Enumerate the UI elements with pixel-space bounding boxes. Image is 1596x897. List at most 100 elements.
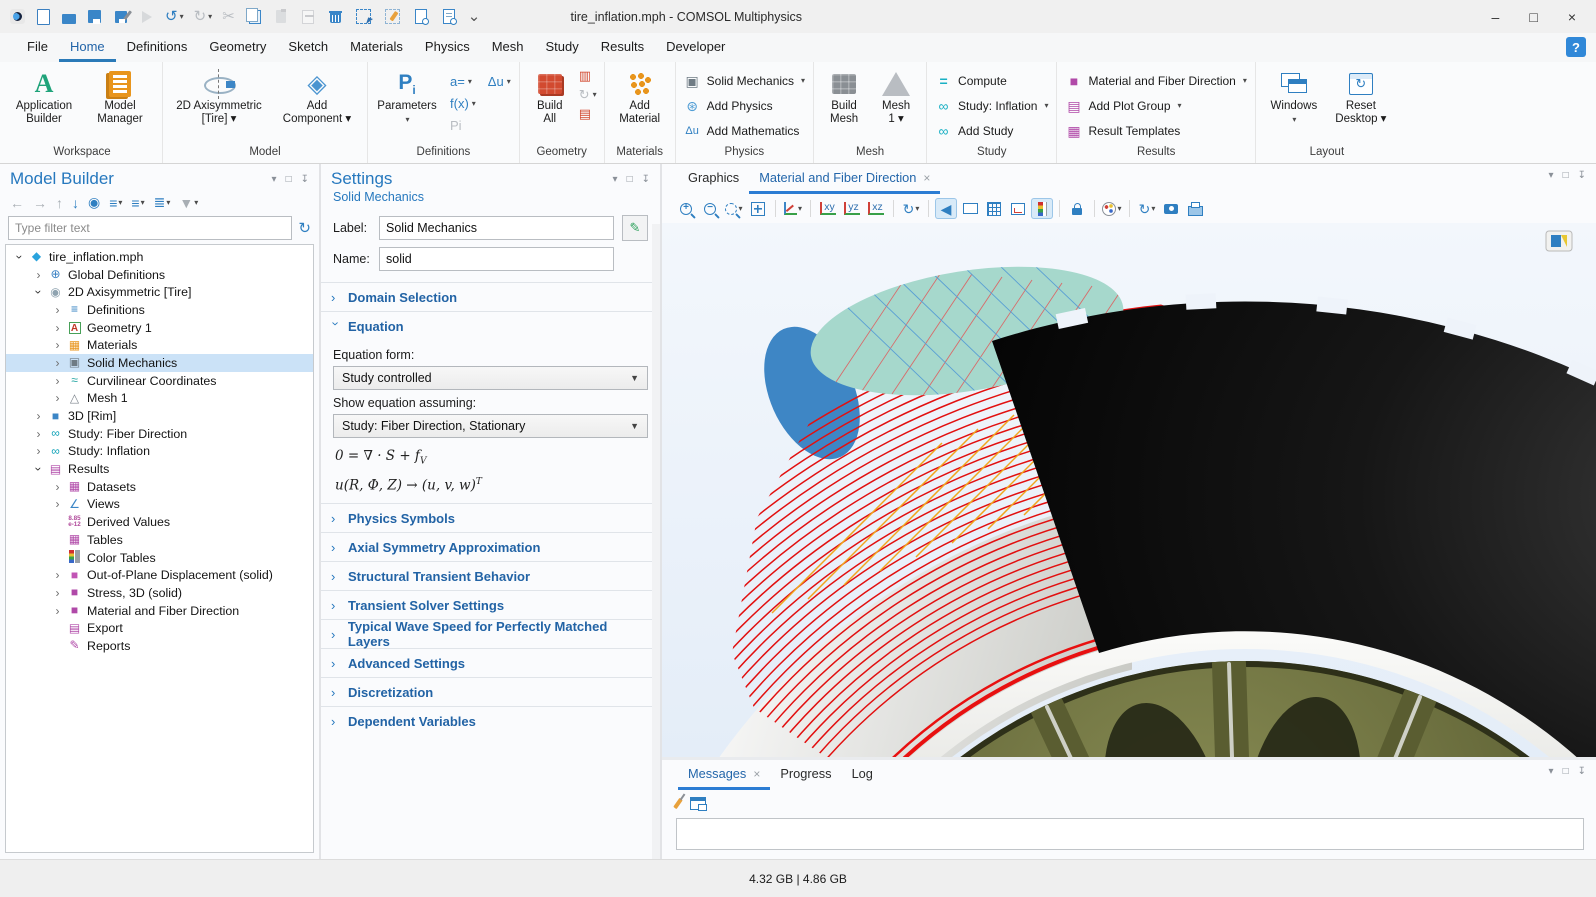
model-tree-node-text-icon[interactable]: ≣▾ bbox=[154, 194, 171, 211]
copy-icon[interactable] bbox=[245, 7, 263, 26]
tree-item[interactable]: ›▣Solid Mechanics bbox=[6, 354, 313, 372]
add-study-button[interactable]: ∞Add Study bbox=[935, 118, 1048, 143]
tree-expander-icon[interactable]: › bbox=[50, 391, 65, 405]
tab-log[interactable]: Log bbox=[842, 760, 883, 790]
go-to-view-icon[interactable]: ▾ bbox=[782, 198, 804, 219]
build-mesh-button[interactable]: BuildMesh bbox=[818, 65, 870, 126]
tree-expander-icon[interactable]: › bbox=[31, 409, 46, 423]
section-axial-symmetry-approximation[interactable]: ›Axial Symmetry Approximation bbox=[321, 532, 660, 561]
zoom-box-icon[interactable]: ▾ bbox=[723, 198, 745, 219]
tree-expander-icon[interactable]: › bbox=[50, 586, 65, 600]
tree-expander-icon[interactable]: › bbox=[32, 285, 46, 300]
menu-tab-results[interactable]: Results bbox=[590, 33, 655, 62]
view-lock-icon[interactable] bbox=[1066, 198, 1088, 219]
add-plot-group-button[interactable]: ▤Add Plot Group▾ bbox=[1065, 93, 1246, 118]
tree-item[interactable]: Color Tables bbox=[6, 549, 313, 567]
tree-item[interactable]: ›▦Datasets bbox=[6, 478, 313, 496]
tree-expander-icon[interactable]: › bbox=[50, 356, 65, 370]
tree-expander-icon[interactable]: › bbox=[50, 321, 65, 335]
tree-item[interactable]: ›∠Views bbox=[6, 496, 313, 514]
menu-tab-mesh[interactable]: Mesh bbox=[481, 33, 535, 62]
functions-button[interactable]: f(x)▾ bbox=[450, 93, 476, 113]
show-equation-select[interactable]: Study: Fiber Direction, Stationary▼ bbox=[333, 414, 648, 438]
view-yz-icon[interactable]: yz bbox=[841, 198, 863, 219]
view-xy-icon[interactable]: xy bbox=[817, 198, 839, 219]
tree-item[interactable]: ›◉2D Axisymmetric [Tire] bbox=[6, 283, 313, 301]
tree-item[interactable]: ›⊕Global Definitions bbox=[6, 266, 313, 284]
minimize-button[interactable]: – bbox=[1492, 9, 1500, 25]
label-field[interactable]: Solid Mechanics bbox=[379, 216, 614, 240]
tree-item[interactable]: ✎Reports bbox=[6, 637, 313, 655]
image-snapshot-icon[interactable] bbox=[1160, 198, 1182, 219]
zoom-extents-icon[interactable] bbox=[747, 198, 769, 219]
plot-data-icon[interactable] bbox=[1007, 198, 1029, 219]
panel-pin-icon[interactable]: ↧ bbox=[301, 174, 309, 185]
show-grid-icon[interactable] bbox=[983, 198, 1005, 219]
back-icon[interactable]: ← bbox=[10, 195, 24, 211]
settings-scrollbar[interactable] bbox=[652, 224, 660, 859]
section-physics-symbols[interactable]: ›Physics Symbols bbox=[321, 503, 660, 532]
menu-tab-sketch[interactable]: Sketch bbox=[277, 33, 339, 62]
tree-item[interactable]: ›≈Curvilinear Coordinates bbox=[6, 372, 313, 390]
paste-icon[interactable] bbox=[273, 8, 289, 25]
select-box-icon[interactable] bbox=[354, 7, 373, 26]
tree-expander-icon[interactable]: › bbox=[31, 427, 46, 441]
tree-item[interactable]: ▤Export bbox=[6, 619, 313, 637]
tree-item[interactable]: ›■Out-of-Plane Displacement (solid) bbox=[6, 566, 313, 584]
windows-button[interactable]: Windows▾ bbox=[1260, 65, 1328, 126]
panel-pin-icon[interactable]: ↧ bbox=[642, 174, 650, 185]
section-transient-solver-settings[interactable]: ›Transient Solver Settings bbox=[321, 590, 660, 619]
tree-item[interactable]: ›■3D [Rim] bbox=[6, 407, 313, 425]
parameter-case-button[interactable]: Pi bbox=[450, 115, 476, 135]
tree-item[interactable]: ›◆tire_inflation.mph bbox=[6, 248, 313, 266]
build-all-geometry-button[interactable]: BuildAll bbox=[524, 65, 576, 126]
tree-expander-icon[interactable]: › bbox=[50, 568, 65, 582]
comsol-logo-icon[interactable] bbox=[10, 9, 25, 24]
close-button[interactable]: × bbox=[1568, 9, 1576, 25]
run-icon[interactable] bbox=[139, 9, 155, 25]
panel-float-icon[interactable]: □ bbox=[286, 174, 292, 185]
tree-item[interactable]: 8.85 e-12Derived Values bbox=[6, 513, 313, 531]
tab-graphics[interactable]: Graphics bbox=[678, 164, 749, 194]
filter-icon[interactable]: ▼▾ bbox=[179, 195, 198, 211]
scene-light-icon[interactable]: ◀ bbox=[935, 198, 957, 219]
save-as-icon[interactable] bbox=[113, 9, 129, 25]
add-mathematics-button[interactable]: ΔuAdd Mathematics bbox=[684, 118, 805, 143]
filter-input[interactable]: Type filter text bbox=[8, 216, 292, 240]
view-xz-icon[interactable]: xz bbox=[865, 198, 887, 219]
menu-tab-materials[interactable]: Materials bbox=[339, 33, 414, 62]
panel-menu-icon[interactable]: ▾ bbox=[1549, 170, 1554, 181]
show-icon[interactable]: ◉ bbox=[88, 194, 100, 211]
update-geometry-icon[interactable]: ↻▾ bbox=[579, 88, 597, 102]
tree-expander-icon[interactable]: › bbox=[13, 249, 27, 264]
tree-item[interactable]: ›▤Results bbox=[6, 460, 313, 478]
tree-expander-icon[interactable]: › bbox=[50, 604, 65, 618]
rename-button[interactable]: ✎ bbox=[622, 215, 648, 241]
zoom-out-icon[interactable]: − bbox=[699, 198, 721, 219]
variables-button[interactable]: a=▾ bbox=[450, 71, 476, 91]
result-templates-button[interactable]: ▦Result Templates bbox=[1065, 118, 1246, 143]
virtual-operations-icon[interactable]: ▤ bbox=[579, 107, 597, 121]
tree-expander-icon[interactable]: › bbox=[50, 497, 65, 511]
tree-expander-icon[interactable]: › bbox=[50, 303, 65, 317]
tree-item[interactable]: ›AGeometry 1 bbox=[6, 319, 313, 337]
panel-float-icon[interactable]: □ bbox=[627, 174, 633, 185]
tree-expander-icon[interactable]: › bbox=[32, 462, 46, 477]
menu-tab-geometry[interactable]: Geometry bbox=[198, 33, 277, 62]
tree-item[interactable]: ›∞Study: Fiber Direction bbox=[6, 425, 313, 443]
section-advanced-settings[interactable]: ›Advanced Settings bbox=[321, 648, 660, 677]
undo-icon[interactable]: ↺▾ bbox=[165, 8, 184, 25]
nonlocal-couplings-button[interactable]: Δu▾ bbox=[488, 71, 511, 91]
close-icon[interactable]: × bbox=[753, 767, 760, 781]
move-up-icon[interactable]: ↑ bbox=[56, 195, 63, 211]
panel-menu-icon[interactable]: ▾ bbox=[613, 174, 618, 185]
section-domain-selection[interactable]: ›Domain Selection bbox=[321, 282, 660, 311]
tree-expander-icon[interactable]: › bbox=[31, 444, 46, 458]
tree-item[interactable]: ›△Mesh 1 bbox=[6, 390, 313, 408]
maximize-button[interactable]: □ bbox=[1529, 9, 1537, 25]
open-messages-window-icon[interactable] bbox=[690, 797, 706, 810]
model-manager-button[interactable]: ModelManager bbox=[82, 65, 158, 126]
duplicate-icon[interactable] bbox=[299, 8, 317, 26]
add-physics-button[interactable]: ⊛Add Physics bbox=[684, 93, 805, 118]
update-plot-icon[interactable]: ↻▾ bbox=[1136, 198, 1158, 219]
